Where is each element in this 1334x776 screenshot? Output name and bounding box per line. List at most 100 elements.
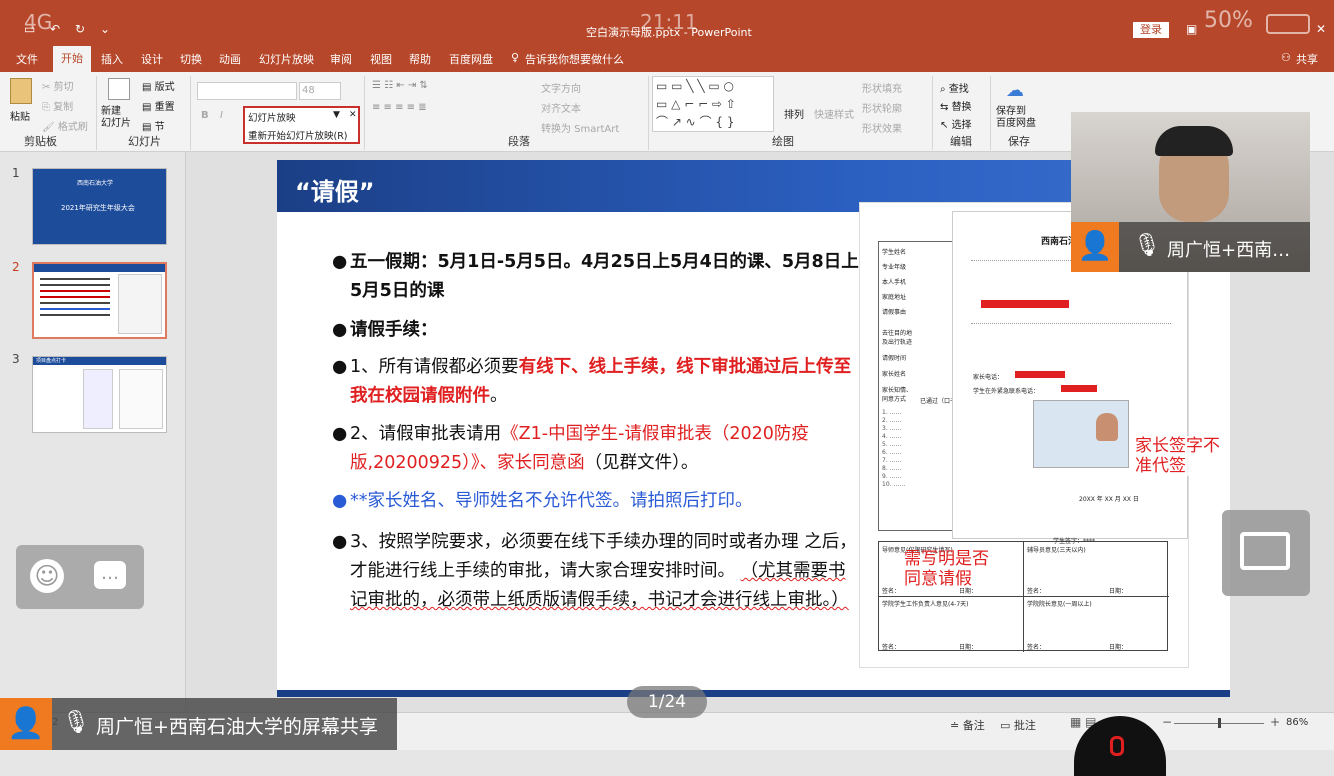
comments-label: 批注 <box>1013 719 1036 732</box>
form-row-label: 学生姓名 <box>882 249 907 256</box>
smartart-button[interactable]: 转换为 SmartArt <box>541 120 619 135</box>
menu-bar: 文件 开始 插入 设计 切换 动画 幻灯片放映 审阅 视图 帮助 百度网盘 ♀ … <box>0 44 1334 72</box>
bullet-text: 五一假期：5月1日-5月5日。4月25日上5月4日的课、5月8日上5月5日的课 <box>350 252 859 301</box>
form-row-label: 本人手机 <box>882 279 907 286</box>
restart-slideshow-menu-item[interactable]: 重新开始幻灯片放映(R) <box>248 128 348 142</box>
tab-home[interactable]: 开始 <box>53 46 91 72</box>
share-icon[interactable]: ⚇ <box>1281 51 1291 64</box>
slide-thumbnail-3[interactable]: 项目盘点打卡 <box>32 356 167 433</box>
microphone-icon[interactable]: 🎙 <box>62 710 90 735</box>
group-drawing: 绘图 <box>772 135 794 148</box>
find-button[interactable]: ⌕ 查找 <box>940 80 969 95</box>
bold-button[interactable]: B <box>201 110 209 121</box>
emoji-icon[interactable]: ☺ <box>30 559 64 593</box>
zoom-in-button[interactable]: + <box>1270 715 1280 729</box>
bullet-dot: ● <box>332 491 348 511</box>
sign-label: 签名： <box>1027 644 1046 651</box>
student-phone-label: 学生在外紧急联系电话： <box>973 388 1040 395</box>
bullets-icon[interactable]: ☰ ☷ ⇤ ⇥ ⇅ <box>372 80 428 91</box>
select-label: 选择 <box>951 120 972 131</box>
text-direction-button[interactable]: 文字方向 <box>541 80 581 95</box>
baidu-netdisk-icon[interactable]: ☁ <box>1006 80 1024 101</box>
slide-thumbnail-1[interactable]: 西南石油大学 2021年研究生年级大会 <box>32 168 167 245</box>
new-slide-icon[interactable] <box>108 78 130 100</box>
paste-button[interactable]: 粘贴 <box>10 108 30 123</box>
comments-button[interactable]: ▭ 批注 <box>1000 717 1036 733</box>
bullet-procedure: ● 请假手续： <box>332 316 862 345</box>
layout-button[interactable]: ▤ 版式 <box>142 78 175 93</box>
bullet-requirement: ● 1、所有请假都必须要有线下、线上手续，线下审批通过后上传至我在校园请假附件。 <box>332 353 862 411</box>
quick-access-icon[interactable]: ⌄ <box>100 22 110 36</box>
tab-help[interactable]: 帮助 <box>409 51 431 67</box>
tab-baidu-netdisk[interactable]: 百度网盘 <box>449 51 493 67</box>
shape-outline-button[interactable]: 形状轮廓 <box>862 100 902 115</box>
italic-button[interactable]: I <box>220 110 223 121</box>
tab-file[interactable]: 文件 <box>16 51 38 67</box>
date-label: 日期： <box>1109 644 1128 651</box>
close-popup-icon[interactable]: ✕ <box>349 110 357 120</box>
save-to-baidu-button[interactable]: 保存到 百度网盘 <box>996 106 1036 130</box>
new-slide-button[interactable]: 新建 幻灯片 <box>101 106 131 130</box>
bullet-text: **家长姓名、导师姓名不允许代签。请拍照后打印。 <box>350 491 753 511</box>
zoom-out-button[interactable]: − <box>1162 715 1172 729</box>
reset-button[interactable]: ▤ 重置 <box>142 98 175 113</box>
zoom-level[interactable]: 86% <box>1286 717 1308 728</box>
font-name-input[interactable] <box>197 82 297 100</box>
tab-transitions[interactable]: 切换 <box>180 51 202 67</box>
save-icon[interactable]: ▭ <box>24 22 35 36</box>
date-label: 日期： <box>1109 588 1128 595</box>
tab-insert[interactable]: 插入 <box>101 51 123 67</box>
login-button[interactable]: 登录 <box>1133 22 1169 38</box>
ribbon-display-icon[interactable]: ▣ <box>1186 22 1197 36</box>
close-icon[interactable]: ✕ <box>1316 22 1326 36</box>
select-button[interactable]: ↖ 选择 <box>940 116 972 131</box>
bullet-holiday: ● 五一假期：5月1日-5月5日。4月25日上5月4日的课、5月8日上5月5日的课 <box>332 248 862 306</box>
undo-icon[interactable]: ↶ <box>50 22 60 36</box>
notes-button[interactable]: ≐ 备注 <box>950 717 985 733</box>
screen-share-toggle[interactable] <box>1222 510 1310 596</box>
bullet-dot: ● <box>332 320 348 340</box>
group-save: 保存 <box>1008 135 1030 148</box>
bullet-text: 请假手续： <box>350 320 438 340</box>
tab-design[interactable]: 设计 <box>141 51 163 67</box>
slide-thumbnail-2[interactable] <box>32 262 167 339</box>
sign-label: 签名： <box>882 644 901 651</box>
replace-button[interactable]: ⇆ 替换 <box>940 98 972 113</box>
dropdown-arrow-icon[interactable]: ▼ <box>333 110 340 120</box>
shape-effects-button[interactable]: 形状效果 <box>862 120 902 135</box>
tab-slideshow[interactable]: 幻灯片放映 <box>259 51 314 67</box>
tab-view[interactable]: 视图 <box>370 51 392 67</box>
cut-button[interactable]: ✂ 剪切 <box>42 78 74 93</box>
quick-styles-button[interactable]: 快速样式 <box>814 106 854 121</box>
align-text-button[interactable]: 对齐文本 <box>541 100 581 115</box>
format-painter-button[interactable]: 🖌 格式刷 <box>42 118 88 133</box>
annotation-no-proxy-sign: 家长签字不准代签 <box>1135 436 1227 476</box>
copy-button[interactable]: ⎘ 复制 <box>42 98 73 113</box>
tab-animations[interactable]: 动画 <box>219 51 241 67</box>
paste-icon[interactable] <box>10 78 32 104</box>
share-button[interactable]: 共享 <box>1296 51 1318 67</box>
zoom-slider-thumb[interactable] <box>1218 718 1221 728</box>
notes-label: 备注 <box>962 719 985 732</box>
microphone-icon[interactable]: 🎙 <box>1133 233 1161 258</box>
parent-phone-label: 家长电话： <box>973 374 1004 381</box>
font-size-input[interactable]: 48 <box>299 82 341 100</box>
align-icons[interactable]: ≡ ≡ ≡ ≡ ≣ <box>372 102 427 113</box>
arrange-button[interactable]: 排列 <box>784 106 804 121</box>
video-call-window[interactable]: 👤 🎙 周广恒+西南… <box>1071 112 1310 272</box>
shapes-gallery[interactable]: ▭ ▭ ╲ ╲ ▭ ○ ▭ △ ⌐ ⌐ ⇨ ⇧ ⌒ ↗ ∿ ⌒ { } <box>652 76 774 132</box>
section-button[interactable]: ▤ 节 <box>142 118 165 133</box>
thumb-text-lines <box>40 278 110 280</box>
slideshow-menu-item[interactable]: 幻灯片放映 <box>248 110 296 124</box>
chat-icon[interactable]: … <box>94 561 126 589</box>
page-counter: 1/24 <box>627 686 707 718</box>
tab-review[interactable]: 审阅 <box>330 51 352 67</box>
separator <box>648 76 649 150</box>
bullet-dot: ● <box>332 357 348 377</box>
shape-fill-button[interactable]: 形状填充 <box>862 80 902 95</box>
floating-toolbar: ☺ … <box>16 545 144 609</box>
tell-me-search[interactable]: 告诉我你想要做什么 <box>525 51 624 67</box>
bullet-dot: ● <box>332 532 348 552</box>
redo-icon[interactable]: ↻ <box>75 22 85 36</box>
thumb-form <box>118 274 162 334</box>
